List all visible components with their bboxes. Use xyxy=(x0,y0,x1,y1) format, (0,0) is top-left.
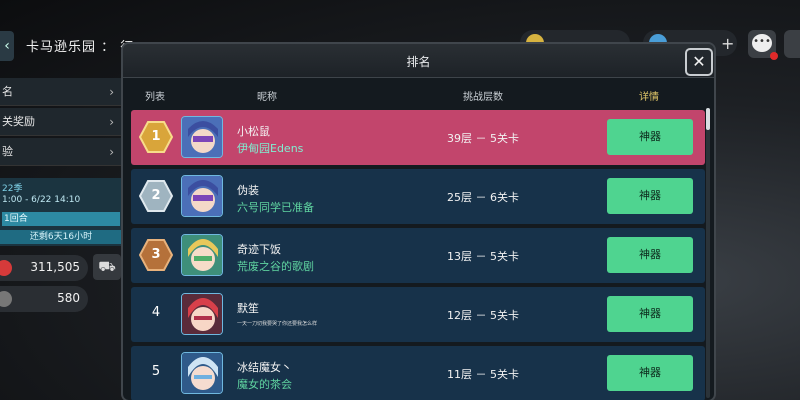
challenge-floor: 13层 － 5关卡 xyxy=(447,250,519,263)
ranking-row[interactable]: 2 伪装 六号同学已准备 25层 － 6关卡 神器 xyxy=(131,169,705,224)
shop-cart-icon[interactable]: ⛟ xyxy=(93,254,121,280)
close-icon: ✕ xyxy=(692,52,706,71)
challenge-floor: 25层 － 6关卡 xyxy=(447,191,519,204)
rank-number: 4 xyxy=(151,305,161,320)
round-label: 1回合 xyxy=(2,212,120,226)
ranking-row[interactable]: 5 冰结魔女丶 魔女的茶会 11层 － 5关卡 神器 xyxy=(131,346,705,400)
rank-number: 5 xyxy=(151,364,161,379)
event-dates: 1:00 - 6/22 14:10 xyxy=(2,195,81,205)
back-arrow-icon[interactable]: ‹ xyxy=(0,31,14,61)
zone-title: 卡马逊乐园 ： 征 xyxy=(26,40,135,55)
player-name: 伪装 xyxy=(237,184,259,197)
player-signature: 一天一刀切我要哭了你还要我怎么样 xyxy=(237,321,318,327)
gem-icon xyxy=(0,260,12,276)
player-name: 冰结魔女丶 xyxy=(237,361,292,374)
rank-number: 3 xyxy=(151,247,161,262)
guild-name: 伊甸园Edens xyxy=(237,142,304,155)
chevron-right-icon: › xyxy=(109,115,114,129)
ranking-row[interactable]: 4 默笙 一天一刀切我要哭了你还要我怎么样 12层 － 5关卡 神器 xyxy=(131,287,705,342)
artifact-button[interactable]: 神器 xyxy=(607,178,693,214)
chevron-right-icon: › xyxy=(109,85,114,99)
player-avatar[interactable] xyxy=(181,234,223,276)
player-name: 默笙 xyxy=(237,302,259,315)
modal-title: 排名 xyxy=(406,55,431,69)
rank-number: 2 xyxy=(151,188,161,203)
ranking-row[interactable]: 1 小松鼠 伊甸园Edens 39层 － 5关卡 神器 xyxy=(131,110,705,165)
side-item-rewards[interactable]: 关奖励 › xyxy=(0,108,122,136)
player-name: 小松鼠 xyxy=(237,125,270,138)
modal-header: 排名 ✕ xyxy=(123,44,714,78)
mail-button[interactable] xyxy=(784,30,800,58)
chat-button[interactable]: ••• xyxy=(748,30,778,60)
player-avatar[interactable] xyxy=(181,293,223,335)
side-item-experience[interactable]: 验 › xyxy=(0,138,122,166)
season-label: 22季 xyxy=(2,184,23,194)
cash-counter: 580 xyxy=(0,286,88,312)
event-info-card: 22季 1:00 - 6/22 14:10 1回合 还剩6天16小时 xyxy=(0,178,122,246)
ranking-row[interactable]: 3 奇迹下饭 荒废之谷的歌剧 13层 － 5关卡 神器 xyxy=(131,228,705,283)
ranking-modal: 排名 ✕ 列表 昵称 挑战层数 详情 1 小松鼠 伊甸园Edens 39层 － … xyxy=(121,42,716,400)
side-item-ranking[interactable]: 名 › xyxy=(0,78,122,106)
scroll-thumb[interactable] xyxy=(706,108,710,130)
gem-value: 311,505 xyxy=(30,260,80,274)
gem-counter: 311,505 xyxy=(0,255,88,281)
silver-rank-badge-icon: 2 xyxy=(139,180,173,212)
notification-dot xyxy=(770,52,778,60)
close-button[interactable]: ✕ xyxy=(685,48,713,76)
side-item-label: 关奖励 xyxy=(2,115,35,128)
player-avatar[interactable] xyxy=(181,352,223,394)
artifact-button[interactable]: 神器 xyxy=(607,296,693,332)
player-avatar[interactable] xyxy=(181,116,223,158)
guild-name: 荒废之谷的歌剧 xyxy=(237,260,314,273)
side-item-label: 名 xyxy=(2,85,13,98)
bronze-rank-badge-icon: 3 xyxy=(139,239,173,271)
list-scrollbar[interactable] xyxy=(706,108,710,398)
column-header-rank: 列表 xyxy=(145,92,165,103)
column-header-nickname: 昵称 xyxy=(257,92,277,103)
challenge-floor: 11层 － 5关卡 xyxy=(447,368,519,381)
column-header-floors: 挑战层数 xyxy=(463,92,503,103)
artifact-button[interactable]: 神器 xyxy=(607,355,693,391)
challenge-floor: 12层 － 5关卡 xyxy=(447,309,519,322)
rank-number: 1 xyxy=(151,129,161,144)
add-currency-icon[interactable]: + xyxy=(721,34,734,53)
countdown-label: 还剩6天16小时 xyxy=(0,230,122,244)
side-item-label: 验 xyxy=(2,145,13,158)
cash-value: 580 xyxy=(57,291,80,305)
player-avatar[interactable] xyxy=(181,175,223,217)
challenge-floor: 39层 － 5关卡 xyxy=(447,132,519,145)
coin-icon xyxy=(0,291,12,307)
side-menu: 名 › 关奖励 › 验 › xyxy=(0,78,122,168)
guild-name: 六号同学已准备 xyxy=(237,201,314,214)
guild-name: 魔女的茶会 xyxy=(237,378,292,391)
column-header-detail: 详情 xyxy=(639,92,659,103)
gold-rank-badge-icon: 1 xyxy=(139,121,173,153)
artifact-button[interactable]: 神器 xyxy=(607,119,693,155)
chat-bubble-icon: ••• xyxy=(752,34,772,52)
player-name: 奇迹下饭 xyxy=(237,243,281,256)
chevron-right-icon: › xyxy=(109,145,114,159)
artifact-button[interactable]: 神器 xyxy=(607,237,693,273)
